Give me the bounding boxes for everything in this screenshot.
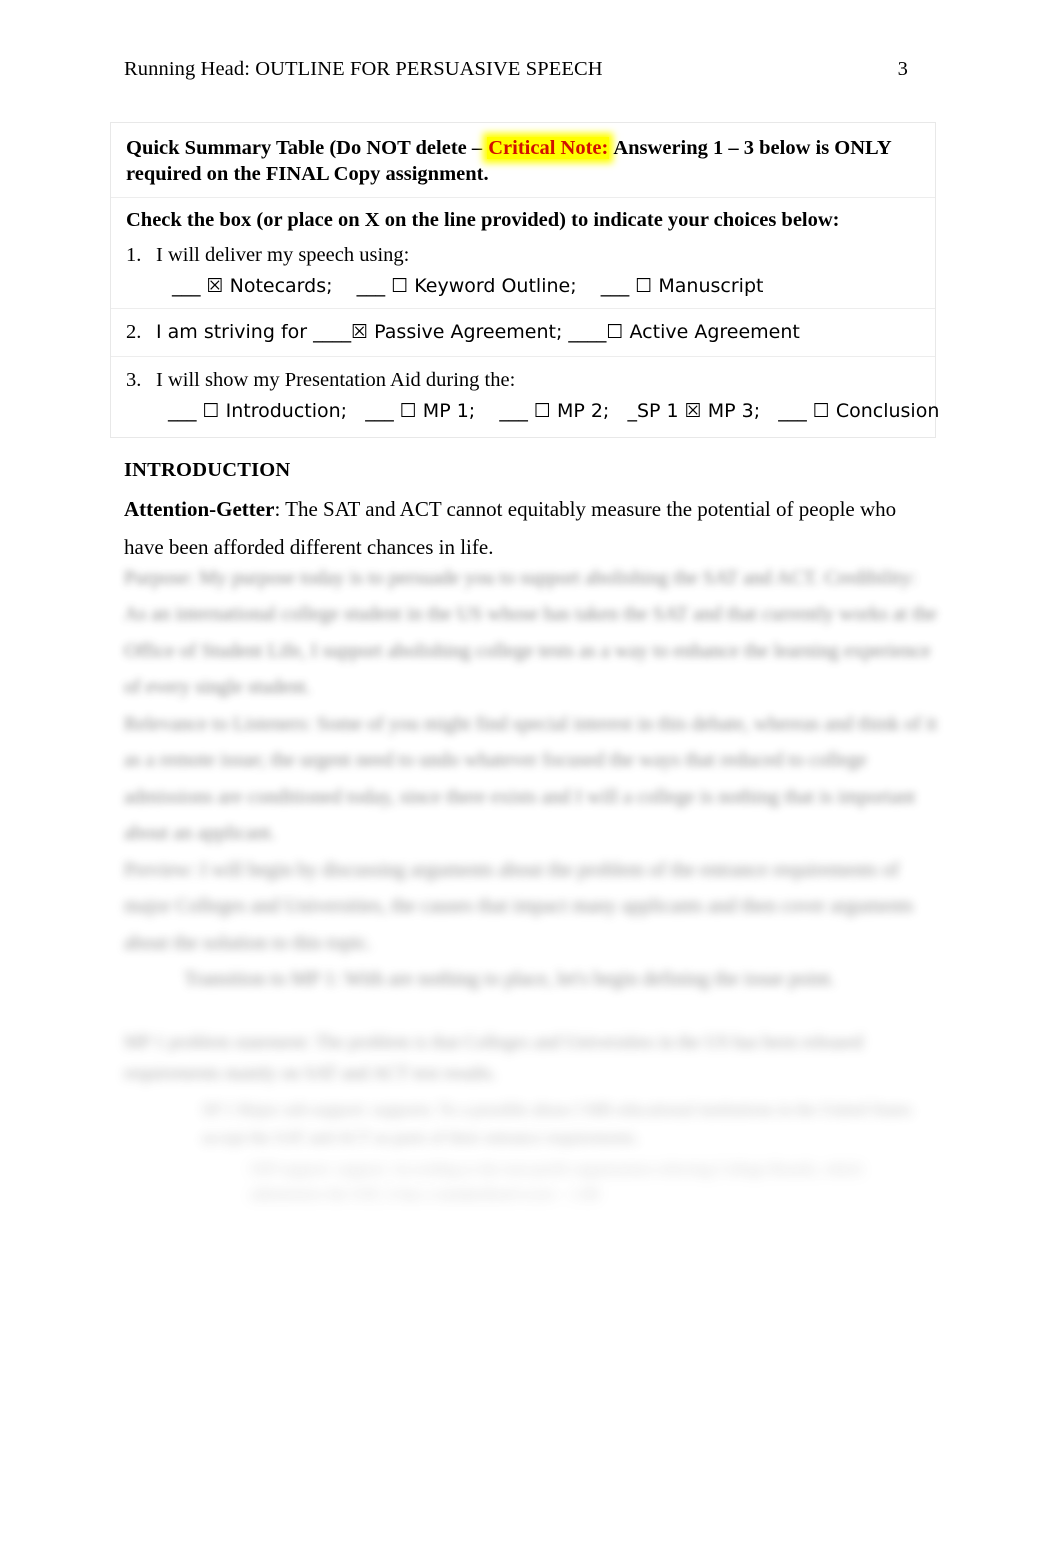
attention-getter-paragraph: Attention-Getter: The SAT and ACT cannot… [124,491,936,566]
obscured-paragraph-purpose-credibility: Purpose: My purpose today is to persuade… [124,560,940,706]
obscured-line-5: Transition to MP 1: With are nothing to … [184,968,835,991]
obscured-line-7: SP 1 Major sub-support: supports: To a p… [202,1100,912,1147]
summary-table-instruction-row: Check the box (or place on X on the line… [111,198,935,234]
obscured-line-4: Preview: I will begin by discussing argu… [124,859,914,954]
page-number: 3 [897,58,908,80]
running-head-text: Running Head: OUTLINE FOR PERSUASIVE SPE… [124,58,603,80]
quick-summary-table: Quick Summary Table (Do NOT delete – Cri… [110,122,939,438]
attention-getter-label: Attention-Getter [124,497,275,522]
running-header: Running Head: OUTLINE FOR PERSUASIVE SPE… [124,58,910,81]
introduction-section: INTRODUCTION Attention-Getter: The SAT a… [124,452,936,566]
obscured-paragraph-relevance: Relevance to Listeners: Some of you migh… [124,706,940,852]
obscured-paragraph-preview: Preview: I will begin by discussing argu… [124,852,940,998]
question-1-number: 1. [126,244,142,267]
obscured-line-1: Purpose: My purpose today is to persuade… [124,567,820,589]
summary-question-2-row: 2. I am striving for ____☒ Passive Agree… [111,309,935,358]
question-1-options[interactable]: ___ ☒ Notecards; ___ ☐ Keyword Outline; … [126,272,921,301]
introduction-heading: INTRODUCTION [124,459,291,481]
question-3-number: 3. [126,369,142,392]
question-3-text: I will show my Presentation Aid during t… [156,369,516,392]
obscured-paragraph-sp1: SP 1 Major sub-support: supports: To a p… [124,1096,940,1151]
question-3-line: 3. I will show my Presentation Aid durin… [126,365,921,397]
question-2-text[interactable]: I am striving for ____☒ Passive Agreemen… [156,318,921,347]
summary-question-3-row: 3. I will show my Presentation Aid durin… [111,357,939,436]
obscured-line-8: SSP support: support: According to the n… [250,1161,863,1203]
question-2-line: 2. I am striving for ____☒ Passive Agree… [126,317,921,349]
question-1-line: 1. I will deliver my speech using: [126,240,921,272]
critical-note-highlight: Critical Note: [487,137,610,159]
question-2-number: 2. [126,320,142,343]
document-page: Running Head: OUTLINE FOR PERSUASIVE SPE… [0,0,1062,1556]
question-1-text: I will deliver my speech using: [156,244,410,267]
obscured-paragraph-ssp: SSP support: support: According to the n… [124,1158,940,1208]
question-3-options[interactable]: ___ ☐ Introduction; ___ ☐ MP 1; ___ ☐ MP… [126,397,939,426]
summary-table-title-part1: Quick Summary Table (Do NOT delete – [126,137,488,159]
summary-question-1-row: 1. I will deliver my speech using: ___ ☒… [111,234,935,309]
summary-table-title-row: Quick Summary Table (Do NOT delete – Cri… [111,123,935,199]
obscured-line-3: Relevance to Listeners: Some of you migh… [124,713,938,845]
checkbox-instruction-text: Check the box (or place on X on the line… [126,209,840,232]
obscured-paragraph-mp1: MP 1 problem statement: The problem is t… [124,1028,940,1091]
obscured-line-6: MP 1 problem statement: The problem is t… [124,1033,863,1085]
